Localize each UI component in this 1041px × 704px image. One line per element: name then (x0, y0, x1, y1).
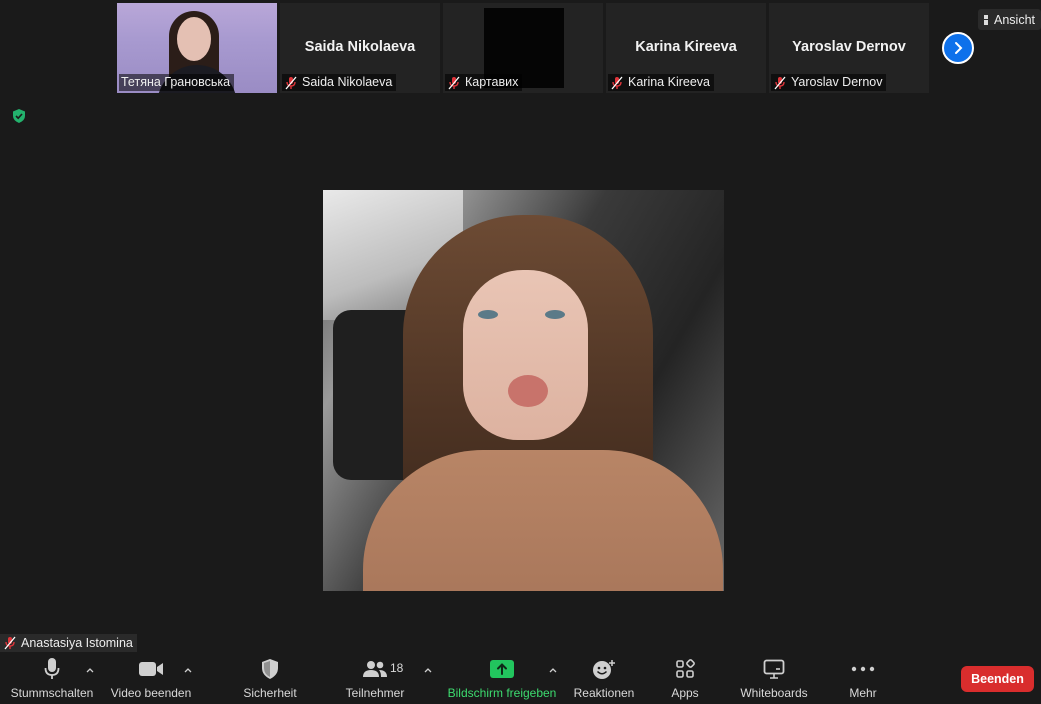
mic-muted-icon (448, 76, 460, 89)
participant-name-label: Картавих (445, 74, 523, 91)
mute-options-caret[interactable] (84, 664, 96, 676)
mute-button[interactable]: Stummschalten (10, 652, 94, 704)
microphone-icon (44, 658, 60, 679)
participant-name: Yaroslav Dernov (791, 75, 883, 89)
mic-muted-icon (4, 636, 16, 650)
video-label: Video beenden (110, 686, 192, 700)
more-dots-icon (851, 666, 875, 672)
participant-display-name: Yaroslav Dernov (792, 39, 906, 55)
security-button[interactable]: Sicherheit (236, 652, 304, 704)
more-label: Mehr (849, 686, 877, 700)
view-grid-icon (984, 14, 988, 25)
mic-muted-icon (611, 76, 623, 89)
video-camera-icon (139, 662, 163, 676)
next-page-button[interactable] (942, 32, 974, 64)
participant-tile[interactable]: Saida Nikolaeva Saida Nikolaeva (280, 3, 440, 93)
smiley-icon (593, 660, 615, 679)
active-speaker-name: Anastasiya Istomina (21, 636, 133, 650)
mic-muted-icon (774, 76, 786, 89)
active-speaker-video (323, 190, 724, 591)
participant-display-name: Karina Kireeva (635, 39, 737, 55)
reactions-label: Reaktionen (573, 686, 635, 700)
participant-display-name: Saida Nikolaeva (304, 39, 416, 55)
active-speaker-label: Anastasiya Istomina (0, 634, 137, 652)
view-button-label: Ansicht (994, 12, 1035, 27)
participants-options-caret[interactable] (422, 664, 434, 676)
participant-name-label: Karina Kireeva (608, 74, 714, 91)
participants-button[interactable]: Teilnehmer (338, 652, 412, 704)
shield-icon (262, 659, 278, 679)
participant-tile[interactable]: Yaroslav Dernov Yaroslav Dernov (769, 3, 929, 93)
chevron-right-icon (955, 42, 963, 54)
share-screen-button[interactable]: Bildschirm freigeben (446, 652, 558, 704)
whiteboards-label: Whiteboards (740, 686, 808, 700)
chevron-up-icon (184, 667, 192, 672)
meeting-toolbar: Stummschalten Video beenden Sicherheit T… (0, 652, 1041, 704)
participants-label: Teilnehmer (345, 686, 405, 700)
participant-tile[interactable]: Karina Kireeva Karina Kireeva (606, 3, 766, 93)
mic-muted-icon (285, 76, 297, 89)
chevron-up-icon (424, 667, 432, 672)
participant-name: Saida Nikolaeva (302, 75, 393, 89)
more-button[interactable]: Mehr (842, 652, 884, 704)
participant-tile[interactable]: Тетяна Грановська (117, 3, 277, 93)
security-label: Sicherheit (243, 686, 297, 700)
chevron-up-icon (549, 667, 557, 672)
participant-tile[interactable]: Картавих (443, 3, 603, 93)
participant-name: Картавих (465, 75, 519, 89)
apps-icon (676, 659, 695, 678)
share-screen-label: Bildschirm freigeben (447, 686, 557, 700)
share-options-caret[interactable] (547, 664, 559, 676)
participants-count: 18 (390, 661, 404, 675)
apps-button[interactable]: Apps (664, 652, 706, 704)
chevron-up-icon (86, 667, 94, 672)
reactions-button[interactable]: Reaktionen (572, 652, 636, 704)
participant-name: Karina Kireeva (628, 75, 710, 89)
participant-name-label: Тетяна Грановська (119, 74, 235, 91)
participant-name-label: Saida Nikolaeva (282, 74, 397, 91)
end-meeting-button[interactable]: Beenden (961, 666, 1034, 692)
whiteboard-icon (763, 659, 785, 679)
video-options-caret[interactable] (182, 664, 194, 676)
encryption-shield-icon[interactable] (11, 108, 27, 124)
participants-icon (363, 661, 387, 677)
stop-video-button[interactable]: Video beenden (110, 652, 192, 704)
view-button[interactable]: Ansicht (978, 9, 1041, 30)
participant-name-label: Yaroslav Dernov (771, 74, 887, 91)
whiteboards-button[interactable]: Whiteboards (738, 652, 810, 704)
participant-name: Тетяна Грановська (121, 75, 231, 89)
share-screen-icon (490, 660, 514, 678)
apps-label: Apps (671, 686, 699, 700)
mute-label: Stummschalten (10, 686, 94, 700)
